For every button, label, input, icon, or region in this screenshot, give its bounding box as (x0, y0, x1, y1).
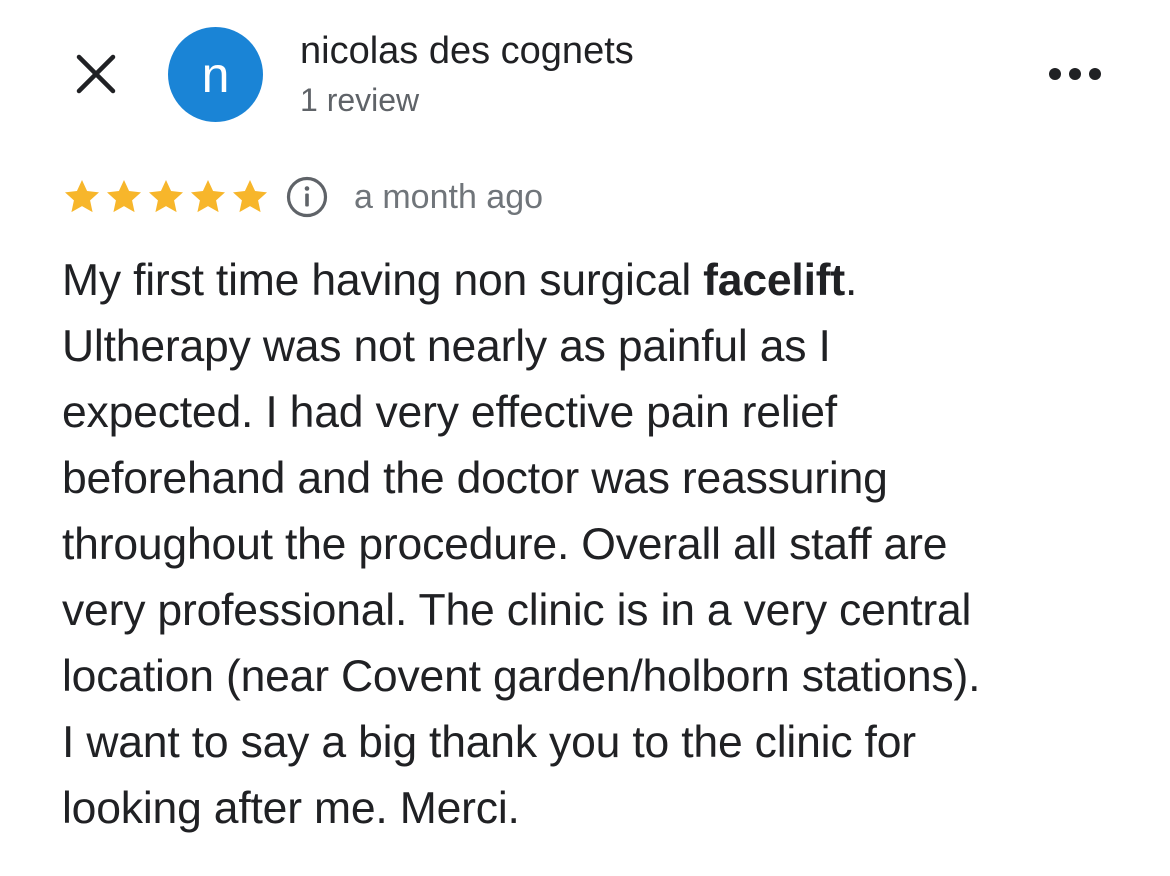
review-count: 1 review (300, 82, 420, 118)
review-text-line: beforehand and the doctor was reassuring (62, 454, 888, 503)
review-header: n nicolas des cognets 1 review (0, 0, 1170, 150)
star-icon (191, 180, 225, 213)
more-options-button[interactable] (1040, 50, 1110, 98)
author-name[interactable]: nicolas des cognets (300, 28, 634, 74)
review-text-line: location (near Covent garden/holborn sta… (62, 652, 981, 701)
review-text-line: expected. I had very effective pain reli… (62, 388, 837, 437)
star-icon (107, 180, 141, 213)
review-text-line: looking after me. Merci. (62, 784, 520, 833)
review-text-line: My first time having non surgical faceli… (62, 248, 1122, 314)
review-text: My first time having non surgical faceli… (62, 248, 1122, 842)
review-text-line: very professional. The clinic is in a ve… (62, 586, 972, 635)
star-rating (62, 177, 272, 217)
review-text-segment: My first time having non surgical (62, 256, 704, 305)
review-text-line: I want to say a big thank you to the cli… (62, 718, 916, 767)
close-button[interactable] (68, 46, 124, 102)
star-icon (149, 180, 183, 213)
avatar[interactable]: n (168, 27, 263, 122)
info-icon (286, 176, 328, 218)
highlighted-keyword: facelift (703, 256, 846, 305)
star-icon (233, 180, 267, 213)
more-horizontal-icon (1049, 68, 1101, 80)
avatar-initial: n (201, 46, 230, 103)
info-button[interactable] (284, 174, 330, 220)
close-icon (76, 54, 116, 94)
review-text-line: Ultherapy was not nearly as painful as I (62, 322, 831, 371)
star-icon (65, 180, 99, 213)
review-text-line: throughout the procedure. Overall all st… (62, 520, 948, 569)
review-text-segment: . (845, 256, 858, 305)
rating-row: a month ago (62, 172, 543, 222)
review-time: a month ago (354, 177, 544, 216)
